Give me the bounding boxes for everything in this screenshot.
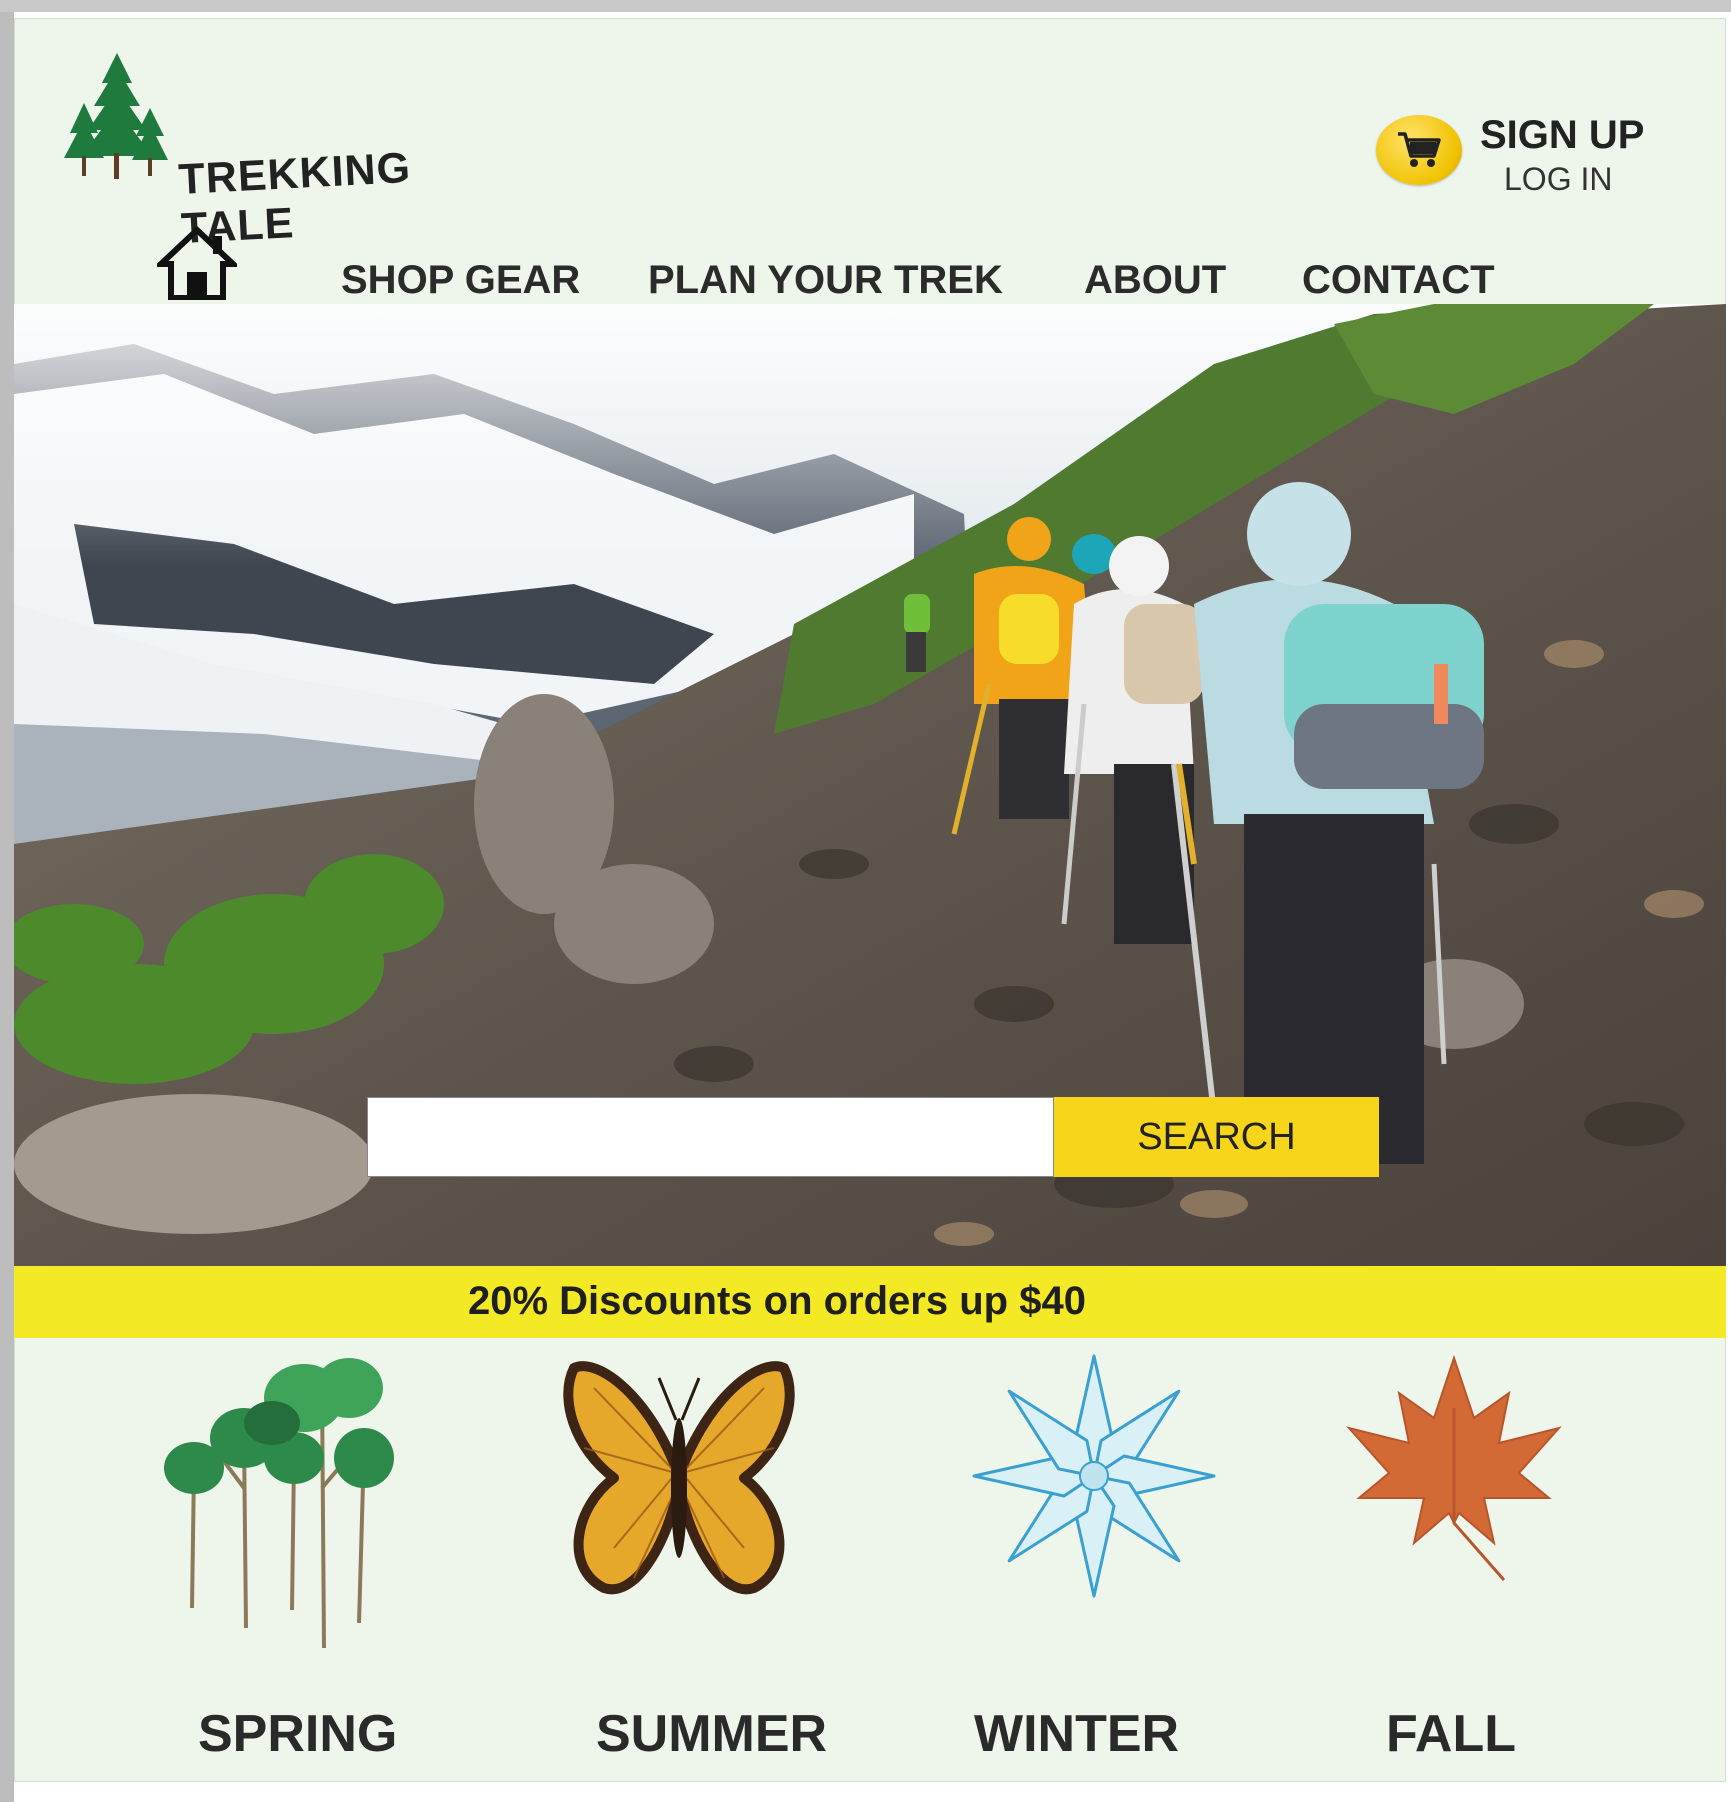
season-summer[interactable]: SUMMER	[554, 1348, 854, 1768]
search-input[interactable]	[367, 1097, 1054, 1177]
page: TREKKING TALE SIGN UP LOG IN SHOP GEAR P…	[14, 18, 1726, 1782]
window-frame-left	[0, 12, 14, 1802]
snowflake-icon	[972, 1354, 1216, 1598]
main-nav: SHOP GEAR PLAN YOUR TREK ABOUT CONTACT	[14, 218, 1726, 304]
season-label-winter: WINTER	[974, 1705, 1180, 1763]
search-button[interactable]: SEARCH	[1054, 1097, 1379, 1177]
maple-leaf-icon	[1346, 1354, 1562, 1581]
season-label-fall: FALL	[1386, 1705, 1516, 1763]
pine-tree-logo-icon	[64, 53, 168, 179]
season-fall[interactable]: FALL	[1334, 1348, 1634, 1768]
sign-up-link[interactable]: SIGN UP	[1480, 113, 1644, 158]
log-in-link[interactable]: LOG IN	[1504, 161, 1612, 198]
season-label-summer: SUMMER	[596, 1705, 828, 1763]
promo-text: 20% Discounts on orders up $40	[468, 1279, 1086, 1323]
window-frame-top	[0, 0, 1731, 12]
nav-contact[interactable]: CONTACT	[1302, 258, 1495, 303]
season-label-spring: SPRING	[198, 1705, 398, 1763]
nav-shop-gear[interactable]: SHOP GEAR	[341, 258, 580, 303]
home-icon[interactable]	[157, 226, 237, 300]
account-area: SIGN UP LOG IN	[1376, 113, 1676, 203]
promo-banner: 20% Discounts on orders up $40	[14, 1266, 1726, 1338]
trees-icon	[164, 1358, 394, 1648]
season-winter[interactable]: WINTER	[944, 1348, 1264, 1768]
logo[interactable]: TREKKING TALE	[62, 48, 482, 253]
cart-button[interactable]	[1376, 115, 1462, 185]
shopping-cart-icon	[1398, 132, 1441, 167]
butterfly-icon	[563, 1361, 795, 1595]
nav-about[interactable]: ABOUT	[1084, 258, 1226, 303]
season-spring[interactable]: SPRING	[154, 1348, 454, 1768]
nav-plan-your-trek[interactable]: PLAN YOUR TREK	[648, 258, 1003, 303]
hero-banner: SEARCH	[14, 304, 1726, 1266]
